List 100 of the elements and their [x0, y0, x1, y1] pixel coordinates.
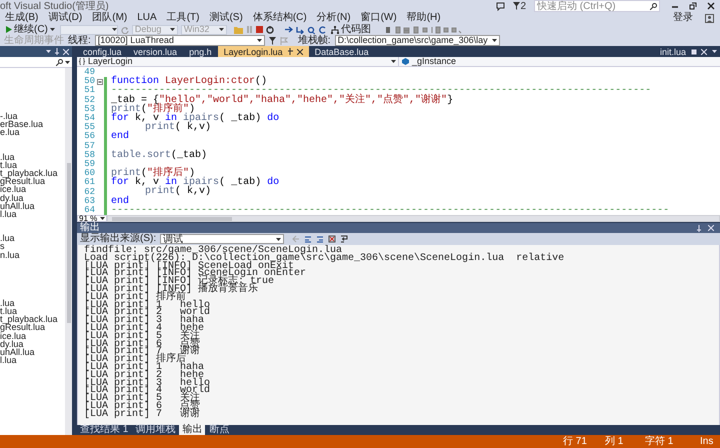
menu-item[interactable]: 体系结构(C) [248, 12, 312, 24]
file-item[interactable]: gResult.lua [0, 323, 65, 332]
code-text: k, v [135, 178, 160, 188]
pin-icon[interactable] [286, 48, 293, 55]
dropdown-caret-icon[interactable] [46, 50, 51, 53]
chat-bubble-icon[interactable] [496, 2, 506, 10]
code-text: for [111, 114, 130, 124]
menu-item[interactable]: 测试(S) [204, 12, 248, 24]
next-message-icon[interactable] [316, 235, 324, 243]
line-number: 52 [83, 96, 95, 105]
menu-item[interactable]: 调试(D) [43, 12, 88, 24]
file-item[interactable]: .lua [0, 234, 65, 242]
scrollbar[interactable] [65, 68, 72, 435]
filter-icon[interactable] [268, 36, 276, 44]
file-item[interactable]: dy.lua [0, 340, 65, 348]
document-tab[interactable]: png.h [183, 46, 218, 57]
code-map-button[interactable]: 代码图 [328, 24, 373, 34]
document-tab[interactable]: init.lua [656, 46, 689, 56]
previous-message-icon[interactable] [304, 235, 312, 243]
file-item[interactable]: erBase.lua [0, 120, 65, 128]
window-title: oft Visual Studio(管理员) [0, 0, 109, 12]
code-text: ( k,v) [175, 187, 212, 197]
file-item[interactable]: gResult.lua [0, 177, 65, 186]
menu-item[interactable]: 帮助(H) [402, 12, 446, 24]
caret-icon [50, 28, 55, 31]
type-scope-dropdown[interactable]: LayerLogin [77, 57, 399, 66]
status-column: 列 1 [605, 436, 645, 446]
output-source-dropdown[interactable]: 调试 [160, 234, 284, 244]
file-item[interactable]: .lua [0, 152, 65, 161]
close-icon[interactable] [707, 2, 715, 10]
panel-tab[interactable]: 断点 [206, 425, 232, 435]
braces-icon [79, 58, 85, 65]
filter-icon[interactable] [513, 2, 520, 10]
document-tab[interactable]: config.lua [77, 46, 128, 57]
window-icon[interactable] [691, 48, 697, 54]
member-scope-dropdown[interactable]: _gInstance [399, 57, 720, 66]
horizontal-scrollbar[interactable] [107, 215, 720, 222]
panel-tab[interactable]: 调用堆栈 [132, 425, 178, 435]
dropdown-caret-icon[interactable] [712, 50, 717, 53]
file-item[interactable]: l.lua [0, 356, 65, 364]
menu-item[interactable]: 团队(M) [87, 12, 132, 24]
search-icon [56, 58, 63, 66]
file-item[interactable]: uhAll.lua [0, 202, 65, 210]
file-item[interactable]: ice.lua [0, 332, 65, 340]
line-number: 59 [83, 160, 95, 169]
sign-in-link[interactable]: 登录 [671, 12, 695, 24]
code-text: "hello","world","haha","hehe","关注","点赞","谢谢" [159, 96, 448, 105]
caret-icon [112, 28, 117, 31]
file-item[interactable]: .lua [0, 298, 65, 308]
file-item[interactable]: t_playback.lua [0, 315, 65, 324]
file-item[interactable]: e.lua [0, 128, 65, 137]
file-item[interactable]: t.lua [0, 307, 65, 316]
file-item[interactable]: dy.lua [0, 194, 65, 202]
restart-icon[interactable] [266, 26, 274, 34]
file-item[interactable]: t.lua [0, 160, 65, 170]
stack-frame-dropdown[interactable]: D:\collection_game\src\game_306\lay [334, 35, 500, 46]
file-item[interactable]: uhAll.lua [0, 348, 65, 356]
search-field[interactable] [0, 57, 72, 68]
file-item[interactable]: n.lua [0, 250, 65, 259]
menu-item[interactable]: 生成(B) [0, 12, 44, 24]
menu-item[interactable]: 分析(N) [312, 12, 356, 24]
file-item[interactable]: -.lua [0, 112, 65, 120]
thread-dropdown[interactable]: [10020] LuaThread [94, 35, 265, 46]
toolbar-icons-drawing[interactable] [384, 26, 462, 34]
file-item[interactable]: l.lua [0, 210, 65, 218]
continue-button[interactable]: 继续(C) [4, 24, 57, 34]
code-text: ) [189, 104, 196, 114]
close-icon[interactable] [296, 48, 303, 54]
file-item[interactable]: s [0, 242, 65, 251]
status-line: 行 71 [563, 436, 588, 446]
account-icon[interactable] [705, 14, 714, 22]
code-text: print [145, 187, 176, 197]
play-icon [6, 26, 12, 33]
menu-item[interactable]: 窗口(W) [356, 12, 402, 24]
collapse-icon[interactable] [96, 78, 102, 85]
document-tab[interactable]: DataBase.lua [308, 46, 375, 57]
panel-tab[interactable]: 查找结果 1 [77, 425, 132, 435]
line-number: 54 [83, 114, 95, 124]
output-source-label: 显示输出来源(S): [80, 234, 156, 244]
clear-all-icon[interactable] [328, 235, 336, 243]
code-text: print [111, 169, 142, 178]
code-text: end [111, 132, 130, 142]
word-wrap-icon[interactable] [340, 235, 348, 243]
code-text: } [447, 96, 454, 105]
file-item[interactable]: t_playback.lua [0, 169, 65, 178]
file-item[interactable]: ice.lua [0, 185, 65, 194]
document-tab[interactable]: version.lua [128, 46, 184, 57]
code-text: "排序前" [147, 104, 190, 114]
menu-item[interactable]: 工具(T) [162, 12, 204, 24]
document-tab[interactable]: LayerLogin.lua [218, 46, 309, 57]
status-character: 字符 1 [645, 436, 674, 446]
code-text: ( [141, 104, 148, 114]
step-into-icon[interactable] [296, 26, 304, 34]
step-arrow-icon[interactable] [284, 26, 293, 33]
stop-icon[interactable] [256, 26, 263, 33]
restore-icon[interactable] [689, 2, 697, 10]
panel-tab[interactable]: 输出 [179, 425, 206, 435]
menu-item[interactable]: LUA [132, 12, 162, 24]
zoom-dropdown[interactable]: 91 % [77, 215, 107, 222]
diagram-icon [330, 26, 339, 34]
